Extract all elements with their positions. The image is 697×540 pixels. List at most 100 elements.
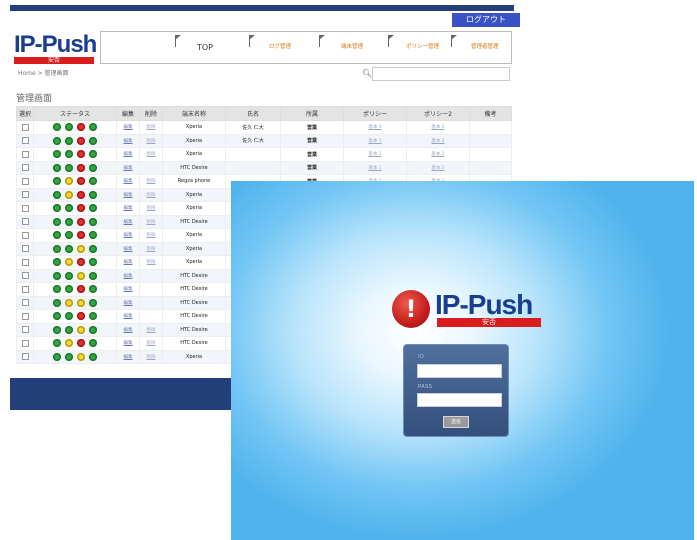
nav-label: 管理者管理 xyxy=(471,44,499,50)
search-input[interactable] xyxy=(372,67,510,81)
nav-item-device[interactable]: 端末管理 xyxy=(317,32,363,63)
row-checkbox[interactable] xyxy=(21,353,29,361)
row-checkbox[interactable] xyxy=(21,123,29,131)
dept-cell: 営業 xyxy=(280,120,344,135)
row-checkbox[interactable] xyxy=(21,245,29,253)
delete-link[interactable]: 削除 xyxy=(147,206,156,211)
nav-item-policy[interactable]: ポリシー管理 xyxy=(386,32,439,63)
edit-link[interactable]: 編集 xyxy=(124,341,133,346)
delete-cell: 削除 xyxy=(139,322,163,337)
status-light-3 xyxy=(77,217,85,226)
policy-link[interactable]: 基本 1 xyxy=(368,166,381,171)
row-checkbox[interactable] xyxy=(21,339,29,347)
edit-link[interactable]: 編集 xyxy=(124,260,133,265)
delete-link[interactable]: 削除 xyxy=(147,233,156,238)
search-icon[interactable]: 🔍︎ xyxy=(362,69,372,78)
row-checkbox[interactable] xyxy=(21,177,29,185)
delete-link[interactable]: 削除 xyxy=(147,260,156,265)
delete-link[interactable]: 削除 xyxy=(147,247,156,252)
status-light-1 xyxy=(53,163,61,172)
row-checkbox[interactable] xyxy=(21,150,29,158)
status-light-2 xyxy=(65,244,73,253)
table-row[interactable]: 編集 削除 Xperia 佐久 仁大 営業 基本 1 基本 2 xyxy=(16,133,512,148)
delete-link[interactable]: 削除 xyxy=(147,220,156,225)
status-light-2 xyxy=(65,339,73,348)
row-checkbox[interactable] xyxy=(21,231,29,239)
policy2-link[interactable]: 基本 2 xyxy=(431,139,444,144)
edit-link[interactable]: 編集 xyxy=(124,274,133,279)
policy2-link[interactable]: 基本 2 xyxy=(431,152,444,157)
edit-link[interactable]: 編集 xyxy=(124,328,133,333)
status-light-2 xyxy=(65,231,73,240)
row-checkbox[interactable] xyxy=(21,218,29,226)
edit-cell: 編集 xyxy=(116,282,140,297)
table-row[interactable]: 編集 削除 Xperia 営業 基本 1 基本 2 xyxy=(16,147,512,162)
select-cell xyxy=(16,147,34,162)
edit-link[interactable]: 編集 xyxy=(124,247,133,252)
login-button[interactable]: 送信 xyxy=(443,416,469,428)
status-light-4 xyxy=(89,312,97,321)
edit-link[interactable]: 編集 xyxy=(124,179,133,184)
select-cell xyxy=(16,120,34,135)
device-cell: Xperia xyxy=(162,120,226,135)
row-checkbox[interactable] xyxy=(21,299,29,307)
select-cell xyxy=(16,174,34,189)
edit-cell: 編集 xyxy=(116,133,140,148)
notes-cell xyxy=(469,147,512,162)
delete-link[interactable]: 削除 xyxy=(147,125,156,130)
policy2-cell: 基本 2 xyxy=(406,160,470,175)
edit-link[interactable]: 編集 xyxy=(124,193,133,198)
row-checkbox[interactable] xyxy=(21,258,29,266)
delete-link[interactable]: 削除 xyxy=(147,152,156,157)
policy2-link[interactable]: 基本 2 xyxy=(431,166,444,171)
status-light-2 xyxy=(65,177,73,186)
nav-item-admin[interactable]: 管理者管理 xyxy=(449,32,499,63)
edit-link[interactable]: 編集 xyxy=(124,166,133,171)
policy-link[interactable]: 基本 1 xyxy=(368,125,381,130)
status-light-1 xyxy=(53,136,61,145)
edit-link[interactable]: 編集 xyxy=(124,206,133,211)
row-checkbox[interactable] xyxy=(21,285,29,293)
policy-cell: 基本 1 xyxy=(343,160,407,175)
row-checkbox[interactable] xyxy=(21,137,29,145)
row-checkbox[interactable] xyxy=(21,204,29,212)
row-checkbox[interactable] xyxy=(21,312,29,320)
delete-link[interactable]: 削除 xyxy=(147,193,156,198)
edit-link[interactable]: 編集 xyxy=(124,139,133,144)
row-checkbox[interactable] xyxy=(21,272,29,280)
edit-link[interactable]: 編集 xyxy=(124,301,133,306)
status-cell xyxy=(33,349,117,364)
delete-link[interactable]: 削除 xyxy=(147,341,156,346)
edit-link[interactable]: 編集 xyxy=(124,314,133,319)
table-row[interactable]: 編集 削除 Xperia 佐久 仁大 営業 基本 1 基本 2 xyxy=(16,120,512,135)
delete-link[interactable]: 削除 xyxy=(147,179,156,184)
row-checkbox[interactable] xyxy=(21,164,29,172)
edit-link[interactable]: 編集 xyxy=(124,233,133,238)
delete-link[interactable]: 削除 xyxy=(147,139,156,144)
status-cell xyxy=(33,187,117,202)
device-cell: HTC Desire xyxy=(162,214,226,229)
delete-link[interactable]: 削除 xyxy=(147,355,156,360)
id-input[interactable] xyxy=(417,364,502,378)
logo-text: IP-Push xyxy=(14,31,97,58)
name-cell xyxy=(225,160,281,175)
delete-link[interactable]: 削除 xyxy=(147,328,156,333)
edit-link[interactable]: 編集 xyxy=(124,287,133,292)
nav-item-top[interactable]: TOP xyxy=(173,32,213,63)
edit-link[interactable]: 編集 xyxy=(124,355,133,360)
edit-link[interactable]: 編集 xyxy=(124,220,133,225)
edit-link[interactable]: 編集 xyxy=(124,125,133,130)
policy-link[interactable]: 基本 1 xyxy=(368,139,381,144)
table-row[interactable]: 編集 HTC Desire 営業 基本 1 基本 2 xyxy=(16,160,512,175)
device-cell: HTC Desire xyxy=(162,282,226,297)
policy2-link[interactable]: 基本 2 xyxy=(431,125,444,130)
logout-button[interactable]: ログアウト xyxy=(452,13,520,27)
policy-link[interactable]: 基本 1 xyxy=(368,152,381,157)
status-light-2 xyxy=(65,204,73,213)
edit-link[interactable]: 編集 xyxy=(124,152,133,157)
row-checkbox[interactable] xyxy=(21,326,29,334)
policy-cell: 基本 1 xyxy=(343,120,407,135)
nav-item-log[interactable]: ログ管理 xyxy=(247,32,291,63)
password-input[interactable] xyxy=(417,393,502,407)
row-checkbox[interactable] xyxy=(21,191,29,199)
